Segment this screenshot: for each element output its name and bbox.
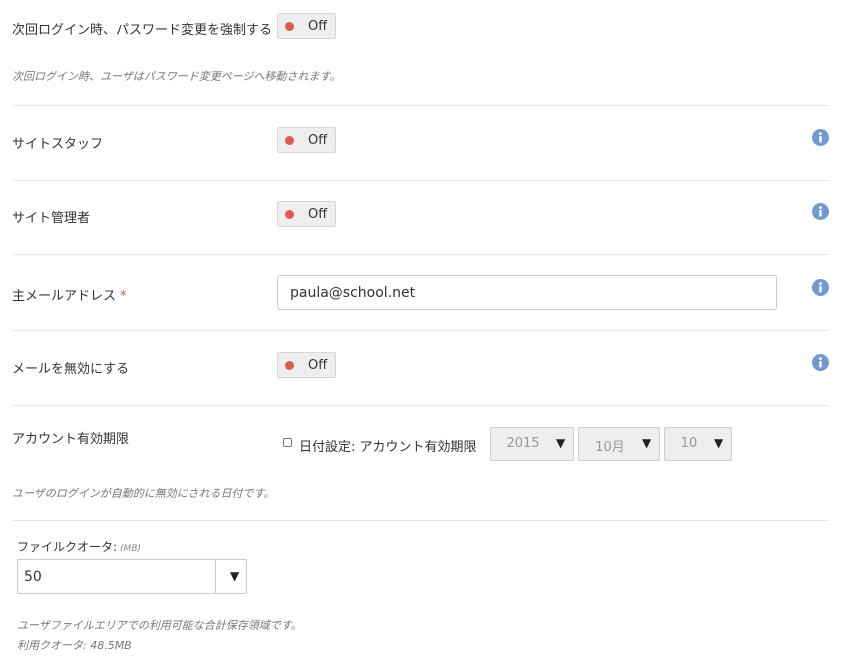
required-mark: * xyxy=(120,289,127,304)
account-expiry-label: アカウント有効期限 xyxy=(12,432,130,447)
info-circle-icon[interactable] xyxy=(812,203,829,220)
file-quota-select[interactable]: 50 ▼ xyxy=(17,559,247,594)
toggle-state-text: Off xyxy=(308,206,328,222)
divider xyxy=(12,405,829,406)
caret-down-icon: ▼ xyxy=(642,436,652,450)
file-quota-usage: 利用クオータ: 48.5MB xyxy=(17,639,132,652)
toggle-state-text: Off xyxy=(308,132,328,148)
caret-down-icon: ▼ xyxy=(714,436,724,450)
primary-email-label: 主メールアドレス * xyxy=(12,285,127,304)
primary-email-label-text: 主メールアドレス xyxy=(12,289,117,304)
account-expiry-description: ユーザのログインが自動的に無効にされる日付です。 xyxy=(12,487,275,500)
info-circle-icon[interactable] xyxy=(812,279,829,296)
file-quota-description: ユーザファイルエリアでの利用可能な合計保存領域です。 xyxy=(17,619,302,632)
file-quota-value: 50 xyxy=(24,569,42,585)
site-staff-toggle[interactable]: Off xyxy=(277,127,336,153)
expiry-checkbox-label[interactable]: 日付設定: アカウント有効期限 xyxy=(299,436,477,455)
expiry-enable-checkbox[interactable] xyxy=(283,438,292,447)
disable-email-label: メールを無効にする xyxy=(12,362,130,377)
site-staff-label: サイトスタッフ xyxy=(12,137,104,152)
expiry-year-value: 2015 xyxy=(506,436,540,451)
toggle-off-indicator xyxy=(285,209,294,219)
info-circle-icon[interactable] xyxy=(812,129,829,146)
caret-down-icon: ▼ xyxy=(556,436,566,450)
disable-email-toggle[interactable]: Off xyxy=(277,352,336,378)
file-quota-unit: (MB) xyxy=(120,544,142,554)
toggle-state-text: Off xyxy=(308,357,328,373)
toggle-off-indicator xyxy=(285,360,294,370)
toggle-off-indicator xyxy=(285,135,294,145)
expiry-day-value: 10 xyxy=(680,436,698,451)
caret-down-icon: ▼ xyxy=(230,569,240,583)
expiry-month-value: 10月 xyxy=(595,440,625,455)
divider xyxy=(12,254,829,255)
toggle-off-indicator xyxy=(285,21,294,31)
toggle-state-text: Off xyxy=(308,18,328,34)
divider xyxy=(12,520,829,521)
force-password-description: 次回ログイン時、ユーザはパスワード変更ページへ移動されます。 xyxy=(12,70,341,83)
info-circle-icon[interactable] xyxy=(812,354,829,371)
expiry-month-select[interactable]: 10月 ▼ xyxy=(578,427,660,461)
site-admin-toggle[interactable]: Off xyxy=(277,201,336,227)
file-quota-label: ファイルクオータ: (MB) xyxy=(17,538,141,555)
expiry-year-select[interactable]: 2015 ▼ xyxy=(490,427,574,461)
site-admin-label: サイト管理者 xyxy=(12,211,91,226)
primary-email-input[interactable] xyxy=(277,275,777,310)
divider xyxy=(12,330,829,331)
divider xyxy=(12,105,829,106)
file-quota-label-text: ファイルクオータ: xyxy=(17,540,118,554)
divider xyxy=(12,180,829,181)
select-divider xyxy=(215,560,216,593)
force-password-label: 次回ログイン時、パスワード変更を強制する xyxy=(12,23,273,38)
force-password-toggle[interactable]: Off xyxy=(277,13,336,39)
expiry-day-select[interactable]: 10 ▼ xyxy=(664,427,732,461)
